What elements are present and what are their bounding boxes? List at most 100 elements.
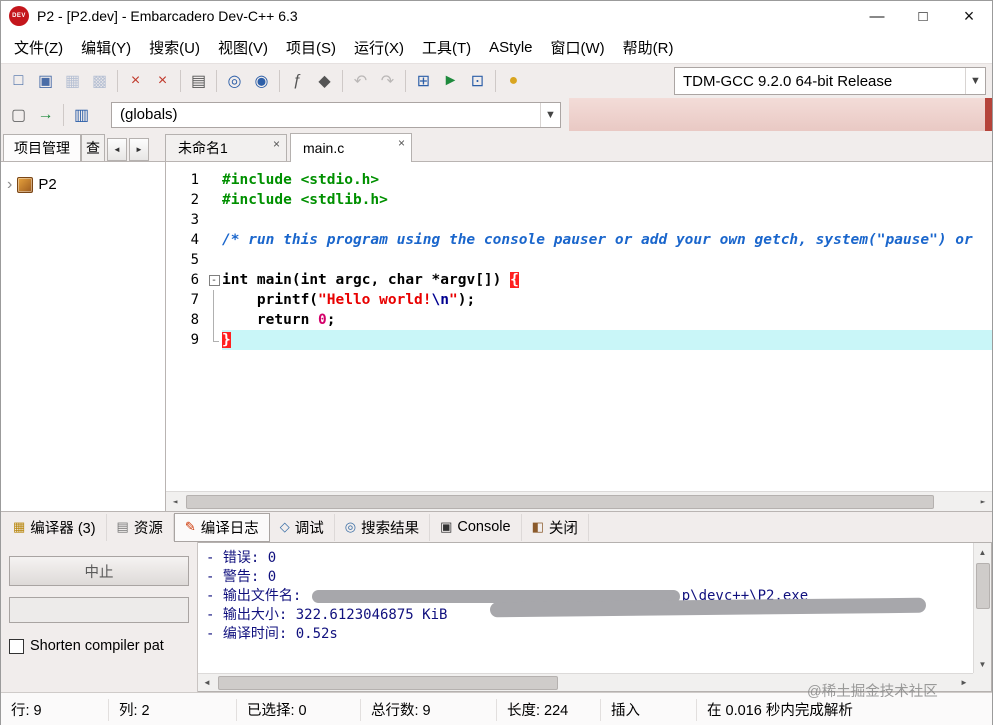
menu-item-1[interactable]: 编辑(Y)	[72, 33, 140, 62]
code-line[interactable]: 7 printf("Hello world!\n");	[166, 290, 992, 310]
code-line[interactable]: 3	[166, 210, 992, 230]
new-window-icon[interactable]: ▢	[5, 101, 32, 128]
toolbar-separator	[495, 70, 496, 92]
minimize-button[interactable]: —	[854, 1, 900, 31]
line-number[interactable]: 2	[166, 190, 206, 210]
globals-select[interactable]: (globals) ▼	[111, 101, 561, 128]
code-line[interactable]: 6- int main(int argc, char *argv[]) {	[166, 270, 992, 290]
tab-compiler[interactable]: ▦ 编译器 (3)	[3, 513, 107, 541]
scrollbar-thumb[interactable]	[218, 675, 558, 690]
menu-item-4[interactable]: 项目(S)	[277, 33, 345, 62]
compiler-select-value: TDM-GCC 9.2.0 64-bit Release	[683, 72, 893, 90]
line-number[interactable]: 1	[166, 170, 206, 190]
status-segment-3: 总行数: 9	[361, 698, 497, 721]
chevron-down-icon[interactable]: ▼	[540, 102, 560, 127]
menu-item-2[interactable]: 搜索(U)	[140, 33, 209, 62]
find-icon[interactable]: ◎	[221, 68, 248, 95]
line-number[interactable]: 3	[166, 210, 206, 230]
line-number[interactable]: 9	[166, 330, 206, 350]
scrollbar-thumb[interactable]	[975, 563, 990, 609]
profile-icon[interactable]: ●	[500, 68, 527, 95]
tab-label: 未命名1	[178, 140, 228, 156]
replace-icon[interactable]: ◉	[248, 68, 275, 95]
maximize-button[interactable]: □	[900, 1, 946, 31]
tab-scroll-left-icon[interactable]: ◄	[107, 138, 127, 161]
class-browser-icon[interactable]: ▥	[68, 101, 95, 128]
bookmark-icon[interactable]: ◆	[311, 68, 338, 95]
menu-item-5[interactable]: 运行(X)	[345, 33, 413, 62]
icon-glyph: ▥	[73, 106, 90, 124]
scroll-up-icon[interactable]: ▲	[974, 543, 992, 561]
project-tree-item[interactable]: › P2	[1, 176, 165, 193]
code-line[interactable]: 4 /* run this program using the console p…	[166, 230, 992, 250]
close-file-icon[interactable]: ×	[122, 68, 149, 95]
code-text: #include <stdio.h>	[222, 172, 380, 188]
code-line[interactable]: 8 return 0;	[166, 310, 992, 330]
tab-console[interactable]: ▣ Console	[430, 513, 522, 541]
compile-log[interactable]: - 错误: 0- 警告: 0- 输出文件名: p\devc++\P2.exe - …	[198, 542, 992, 692]
tab-close-icon[interactable]: ×	[273, 137, 280, 151]
shorten-paths-checkbox[interactable]	[9, 638, 24, 654]
project-manager-tab[interactable]: 项目管理	[3, 134, 81, 161]
tree-expand-icon[interactable]: ›	[7, 176, 12, 192]
run-icon[interactable]: ►	[437, 68, 464, 95]
goto-function-icon[interactable]: ƒ	[284, 68, 311, 95]
editor-tab-0[interactable]: 未命名1 ×	[165, 134, 287, 161]
tab-resources[interactable]: ▤ 资源	[107, 513, 174, 541]
tab-scroll-right-icon[interactable]: ►	[129, 138, 149, 161]
scroll-right-icon[interactable]: ►	[955, 674, 973, 692]
compile-icon[interactable]: ⊞	[410, 68, 437, 95]
compile-run-icon[interactable]: ⊡	[464, 68, 491, 95]
tab-close-icon[interactable]: ×	[398, 136, 405, 150]
open-file-icon[interactable]: ▣	[32, 68, 59, 95]
line-number[interactable]: 5	[166, 250, 206, 270]
line-number[interactable]: 6	[166, 270, 206, 290]
titlebar: DEV P2 - [P2.dev] - Embarcadero Dev-C++ …	[1, 1, 992, 31]
toolbar-separator	[180, 70, 181, 92]
menu-item-6[interactable]: 工具(T)	[413, 33, 480, 62]
code-line[interactable]: 9}	[166, 330, 992, 350]
tab-label: main.c	[303, 140, 345, 156]
tab-debug[interactable]: ◇ 调试	[270, 513, 335, 541]
menu-item-7[interactable]: AStyle	[480, 35, 541, 60]
menu-item-0[interactable]: 文件(Z)	[5, 33, 72, 62]
scroll-right-icon[interactable]: ►	[974, 493, 992, 511]
code-line[interactable]: 5	[166, 250, 992, 270]
code-line[interactable]: 2 #include <stdlib.h>	[166, 190, 992, 210]
tabs-row: 项目管理 查 ◄ ► 未命名1 × main.c ×	[1, 131, 992, 162]
tab-compile-log[interactable]: ✎ 编译日志	[173, 512, 270, 542]
log-line: - 编译时间: 0.52s	[206, 626, 338, 642]
compile-progressbar	[9, 597, 189, 623]
code-editor[interactable]: 1 #include <stdio.h> 2 #include <stdlib.h> 3…	[166, 162, 992, 511]
project-panel-tab-partial[interactable]: 查	[81, 134, 105, 161]
line-number[interactable]: 4	[166, 230, 206, 250]
log-line: - 错误: 0	[206, 550, 277, 566]
compiler-select[interactable]: TDM-GCC 9.2.0 64-bit Release ▼	[674, 67, 986, 95]
menu-item-9[interactable]: 帮助(R)	[614, 33, 683, 62]
fold-marker[interactable]: -	[206, 270, 222, 290]
close-button[interactable]: ×	[946, 1, 992, 31]
editor-tab-1[interactable]: main.c ×	[290, 133, 412, 162]
line-number[interactable]: 8	[166, 310, 206, 330]
log-vscrollbar[interactable]: ▲ ▼	[973, 543, 991, 673]
close-all-icon[interactable]: ×	[149, 68, 176, 95]
menu-item-8[interactable]: 窗口(W)	[542, 33, 614, 62]
tab-search-results[interactable]: ◎ 搜索结果	[335, 513, 431, 541]
goto-icon[interactable]: →	[32, 101, 59, 128]
scrollbar-thumb[interactable]	[186, 494, 934, 509]
chevron-down-icon[interactable]: ▼	[965, 68, 985, 94]
code-line[interactable]: 1 #include <stdio.h>	[166, 170, 992, 190]
line-number[interactable]: 7	[166, 290, 206, 310]
fold-collapse-icon[interactable]: -	[208, 274, 220, 286]
editor-hscrollbar[interactable]: ◄ ►	[166, 491, 992, 511]
scroll-left-icon[interactable]: ◄	[166, 493, 184, 511]
print-icon[interactable]: ▤	[185, 68, 212, 95]
tab-close-panel[interactable]: ◧ 关闭	[522, 513, 589, 541]
fold-marker	[206, 290, 222, 310]
fold-marker	[206, 190, 222, 210]
menu-item-3[interactable]: 视图(V)	[209, 33, 277, 62]
new-file-icon[interactable]: □	[5, 68, 32, 95]
project-icon	[17, 176, 34, 193]
scroll-down-icon[interactable]: ▼	[974, 655, 992, 673]
scroll-left-icon[interactable]: ◄	[198, 674, 216, 692]
